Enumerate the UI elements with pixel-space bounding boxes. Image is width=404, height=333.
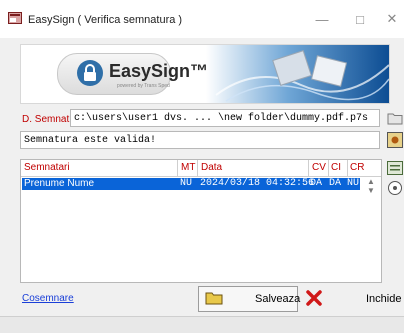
banner-graphic bbox=[206, 45, 389, 103]
signed-file-label: D. Semnat bbox=[22, 114, 70, 125]
save-folder-icon bbox=[205, 291, 223, 308]
close-x-icon bbox=[306, 289, 322, 309]
banner: EasySign™ powered by Trans Sped bbox=[20, 44, 390, 104]
signers-table: Semnatari MT Data CV CI CR Prenume Nume … bbox=[20, 159, 382, 283]
window-title: EasySign ( Verifica semnatura ) bbox=[28, 14, 183, 26]
logo-subtitle: powered by Trans Sped bbox=[117, 83, 170, 89]
close-dialog-label: Inchide bbox=[366, 293, 402, 305]
column-header-mt: MT bbox=[181, 162, 196, 173]
cell-mt: NU bbox=[180, 178, 193, 189]
column-divider bbox=[347, 160, 348, 176]
column-divider bbox=[177, 160, 178, 176]
header-separator bbox=[21, 176, 381, 177]
column-divider bbox=[197, 160, 198, 176]
file-path-field[interactable]: c:\users\user1 dvs. ... \new folder\dumm… bbox=[70, 109, 380, 127]
status-field: Semnatura este valida! bbox=[20, 131, 380, 149]
logo-text: EasySign™ bbox=[109, 61, 209, 81]
close-dialog-button[interactable]: Inchide bbox=[304, 286, 402, 312]
cosemnare-link[interactable]: Cosemnare bbox=[22, 293, 74, 304]
cell-cr: NU bbox=[347, 178, 360, 189]
save-button[interactable]: Salveaza bbox=[198, 286, 301, 312]
column-divider bbox=[308, 160, 309, 176]
lock-icon bbox=[76, 59, 104, 90]
table-row[interactable]: Prenume Nume NU 2024/03/18 04:32:56 DA D… bbox=[22, 178, 360, 190]
column-header-semnatari: Semnatari bbox=[24, 162, 70, 173]
row-scrollbar[interactable]: ▲ ▼ bbox=[364, 177, 378, 203]
cell-signer-name: Prenume Nume bbox=[24, 178, 95, 189]
column-divider bbox=[328, 160, 329, 176]
cell-cv: DA bbox=[310, 178, 323, 189]
scroll-up-icon[interactable]: ▲ bbox=[364, 177, 378, 186]
details-icon[interactable] bbox=[387, 160, 403, 176]
status-bar bbox=[0, 316, 404, 333]
app-icon bbox=[8, 12, 22, 24]
cell-date: 2024/03/18 04:32:56 bbox=[200, 178, 315, 189]
close-button[interactable]: ✕ bbox=[372, 8, 404, 30]
scroll-down-icon[interactable]: ▼ bbox=[364, 186, 378, 195]
info-icon[interactable] bbox=[387, 180, 403, 196]
cell-ci: DA bbox=[329, 178, 342, 189]
title-bar: EasySign ( Verifica semnatura ) — □ ✕ bbox=[0, 0, 404, 38]
save-button-label: Salveaza bbox=[255, 293, 301, 305]
column-header-cr: CR bbox=[350, 162, 365, 173]
column-header-ci: CI bbox=[331, 162, 341, 173]
folder-icon[interactable] bbox=[387, 110, 403, 126]
certificate-icon[interactable] bbox=[387, 132, 403, 148]
minimize-button[interactable]: — bbox=[302, 8, 342, 30]
column-header-cv: CV bbox=[312, 162, 326, 173]
column-header-data: Data bbox=[201, 162, 223, 173]
